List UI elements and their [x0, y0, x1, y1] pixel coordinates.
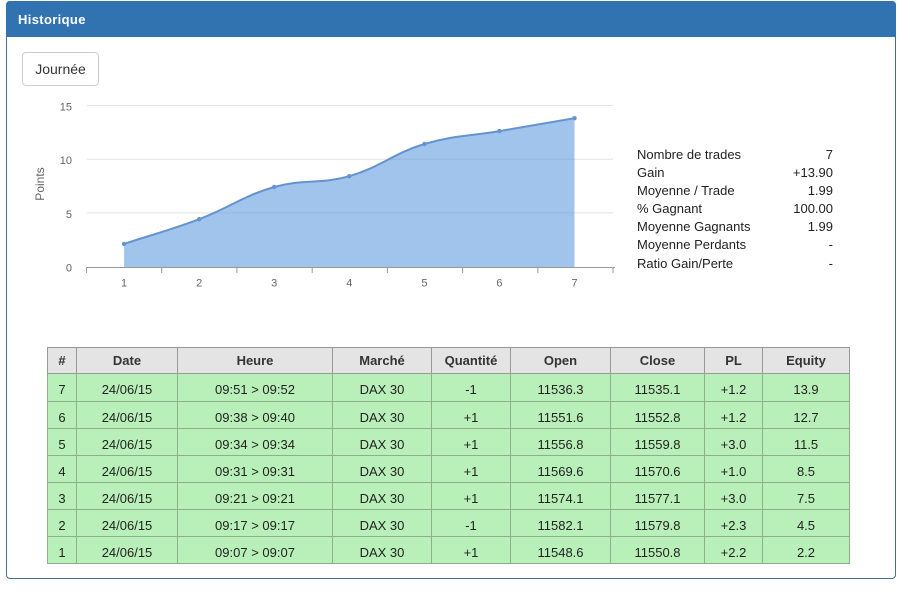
- svg-text:0: 0: [66, 263, 72, 275]
- svg-text:4: 4: [346, 278, 352, 290]
- svg-text:7: 7: [571, 278, 577, 290]
- svg-text:5: 5: [421, 278, 427, 290]
- svg-text:5: 5: [66, 209, 72, 221]
- svg-text:3: 3: [271, 278, 277, 290]
- svg-text:2: 2: [196, 278, 202, 290]
- svg-text:Points: Points: [33, 167, 47, 200]
- svg-text:1: 1: [121, 278, 127, 290]
- svg-text:15: 15: [60, 102, 72, 114]
- svg-text:6: 6: [496, 278, 502, 290]
- svg-text:10: 10: [60, 155, 72, 167]
